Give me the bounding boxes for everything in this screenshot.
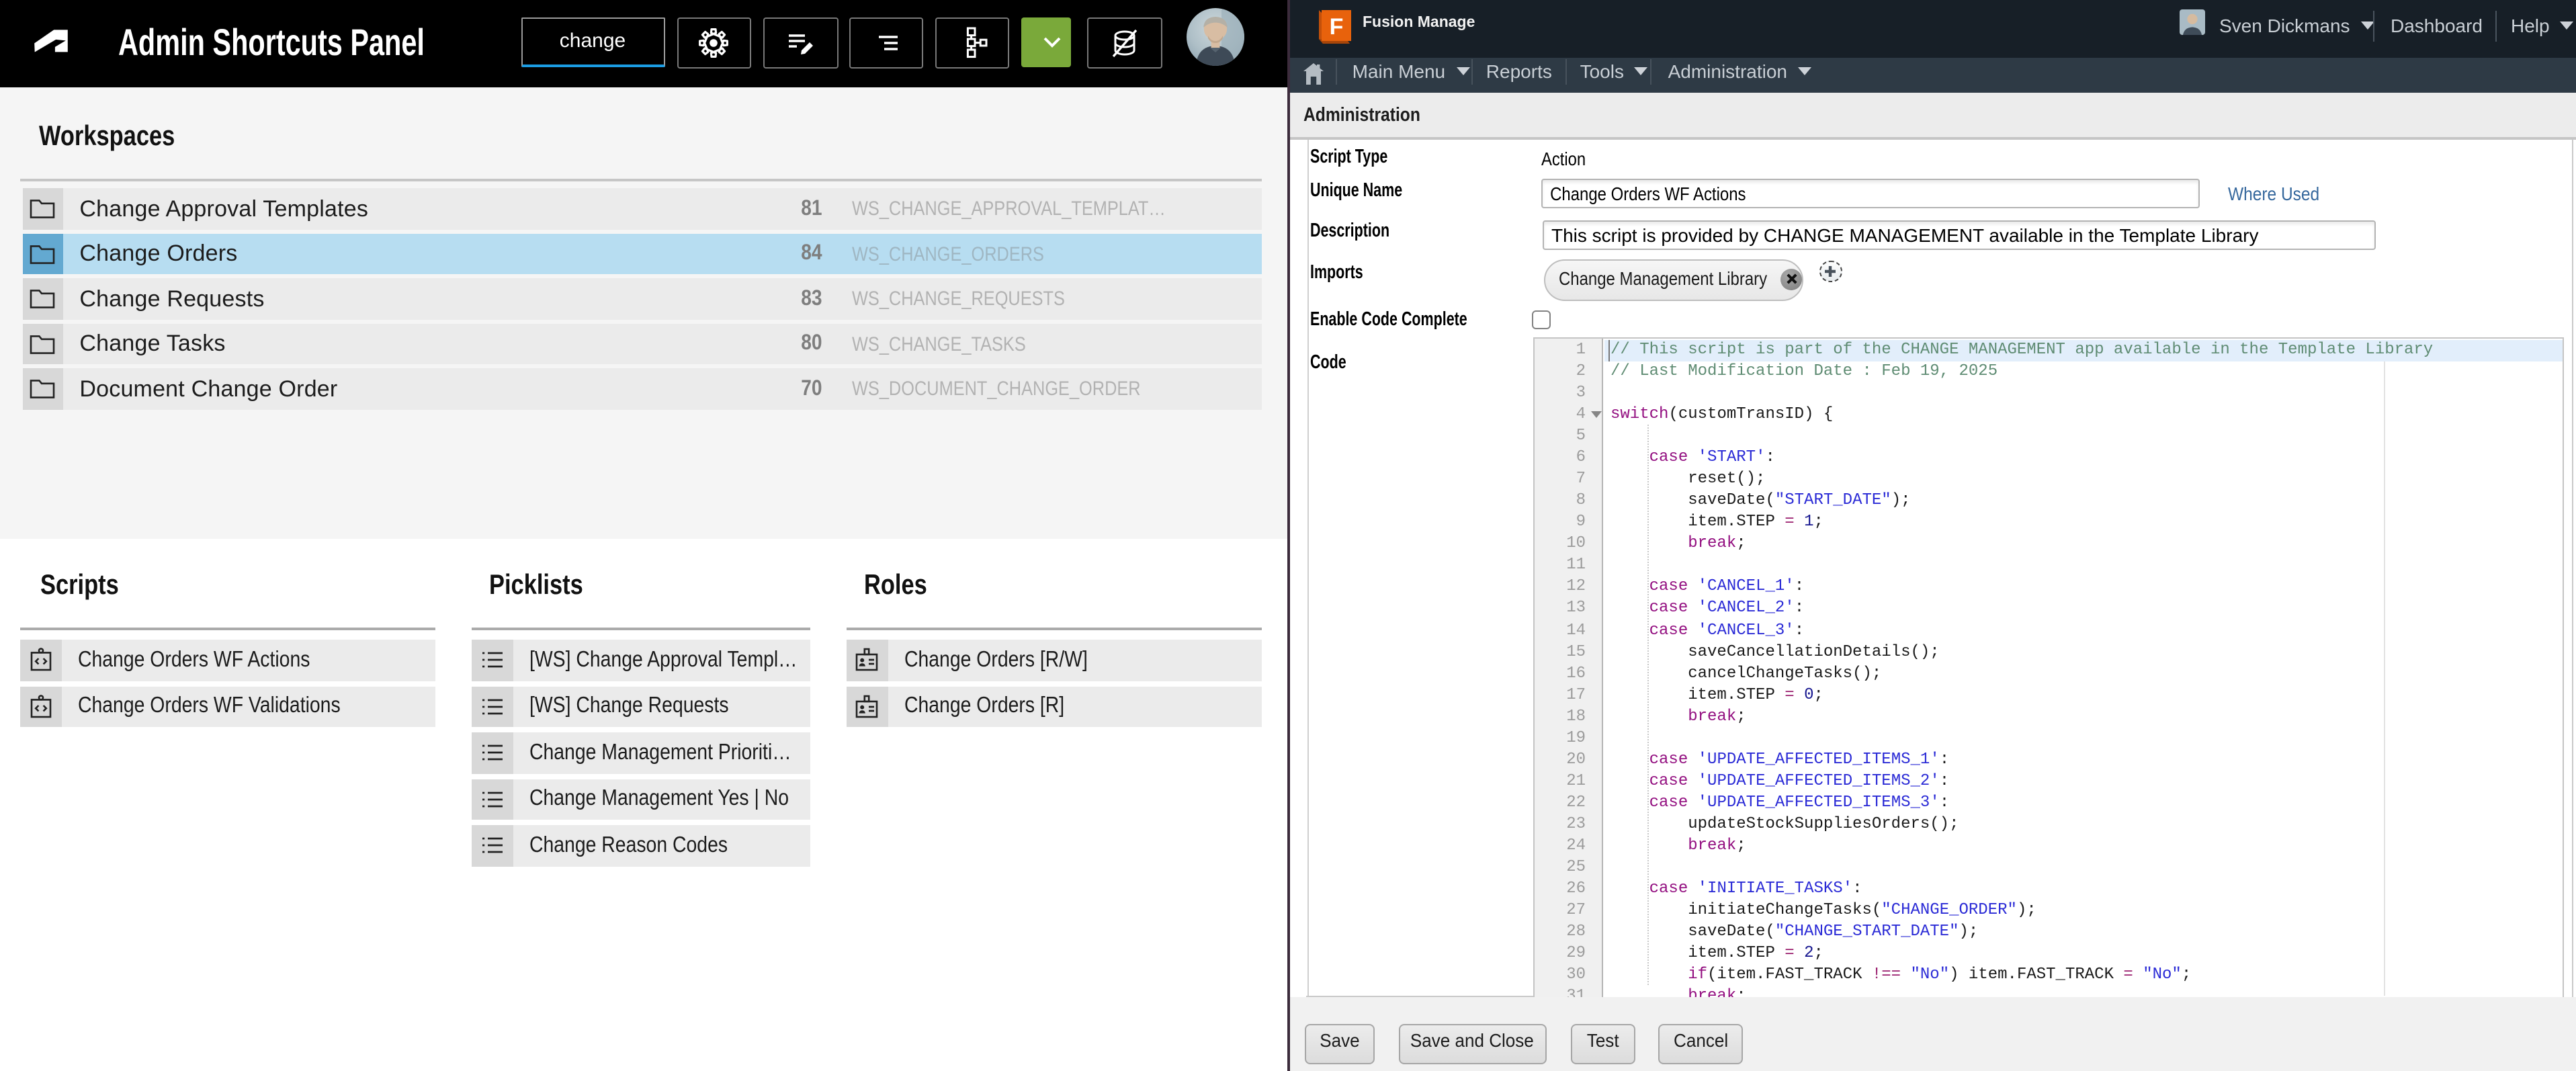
svg-text:F: F <box>1329 14 1343 40</box>
